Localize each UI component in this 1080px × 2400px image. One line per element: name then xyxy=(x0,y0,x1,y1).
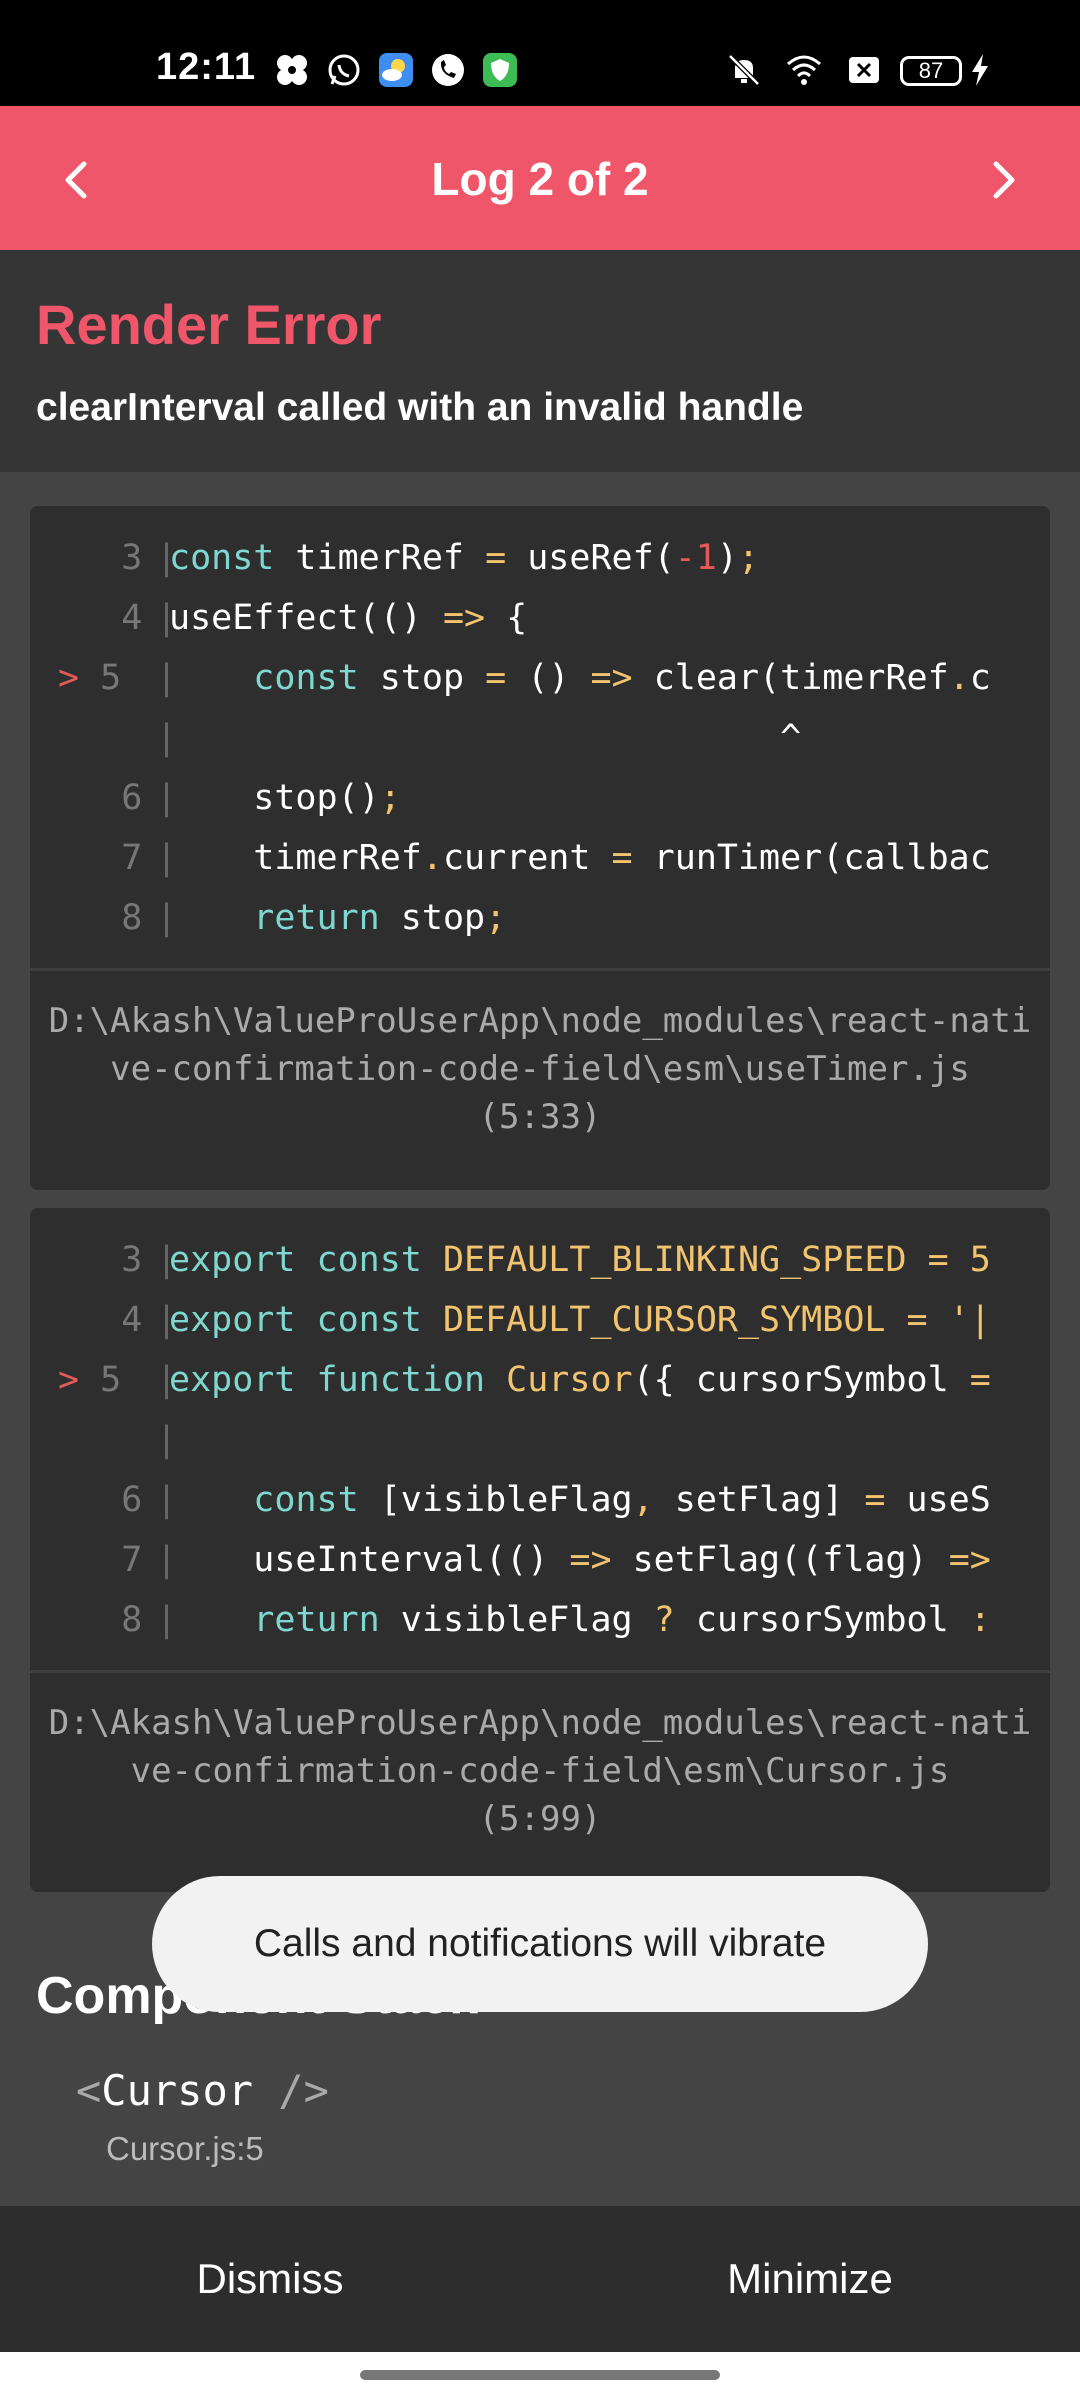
code-text: const timerRef = useRef(-1); xyxy=(169,538,760,578)
code-lines: 3 | const timerRef = useRef(-1); 4 | useEffe… xyxy=(30,506,1050,948)
file-path-text: D:\Akash\ValueProUserApp\node_modules\re… xyxy=(48,1703,1032,1791)
active-line-arrow: > xyxy=(58,1360,80,1400)
mute-icon xyxy=(728,54,760,86)
line-number: 4 xyxy=(121,1300,143,1340)
charging-icon xyxy=(972,54,988,86)
system-nav-bar xyxy=(0,2352,1080,2400)
file-location: (5:99) xyxy=(478,1799,602,1839)
code-lines: 3 | export const DEFAULT_BLINKING_SPEED = … xyxy=(30,1208,1050,1650)
pinwheel-icon xyxy=(277,55,307,85)
line-number: 3 xyxy=(121,1240,143,1280)
battery-level: 87 xyxy=(918,58,944,83)
code-text: const [visibleFlag, setFlag] = useS xyxy=(253,1480,991,1520)
line-number: 5 xyxy=(100,1360,122,1400)
code-text: export const DEFAULT_CURSOR_SYMBOL = '| xyxy=(169,1300,991,1340)
line-number: 6 xyxy=(121,1480,143,1520)
code-line: 4 | useEffect(() => { xyxy=(30,588,1050,648)
code-text: return visibleFlag ? cursorSymbol : xyxy=(253,1600,991,1640)
code-line: 6 | stop(); xyxy=(30,768,1050,828)
code-line: 3 | export const DEFAULT_BLINKING_SPEED = … xyxy=(30,1230,1050,1290)
phone-icon xyxy=(432,54,464,86)
weather-icon xyxy=(379,53,413,87)
code-line-active: > 5 | export function Cursor({ cursorSymbo… xyxy=(30,1350,1050,1410)
line-number: 6 xyxy=(121,778,143,818)
line-number: 7 xyxy=(121,1540,143,1580)
code-line: 8 | return visibleFlag ? cursorSymbol : xyxy=(30,1590,1050,1650)
line-number: 8 xyxy=(121,1600,143,1640)
file-path-text: D:\Akash\ValueProUserApp\node_modules\re… xyxy=(48,1001,1032,1089)
status-time: 12:11 xyxy=(156,46,257,88)
code-line: 7 | useInterval(() => setFlag((flag) => xyxy=(30,1530,1050,1590)
code-line: 4 | export const DEFAULT_CURSOR_SYMBOL = '… xyxy=(30,1290,1050,1350)
log-header: Log 2 of 2 xyxy=(0,106,1080,250)
error-caret: ^ xyxy=(169,718,802,758)
code-text: useEffect(() => { xyxy=(169,598,528,638)
component-name: Cursor xyxy=(101,2066,254,2115)
code-line: 8 | return stop; xyxy=(30,888,1050,948)
error-title: Render Error xyxy=(36,293,382,356)
line-number: 7 xyxy=(121,838,143,878)
no-sim-icon xyxy=(849,57,879,83)
whatsapp-icon xyxy=(328,54,360,86)
code-line: | ^ xyxy=(30,708,1050,768)
code-line-active: > 5 | const stop = () => clear(timerRef.c xyxy=(30,648,1050,708)
file-path: D:\Akash\ValueProUserApp\node_modules\re… xyxy=(30,1673,1050,1871)
code-line: 7 | timerRef.current = runTimer(callbac xyxy=(30,828,1050,888)
log-counter-title: Log 2 of 2 xyxy=(431,153,649,205)
code-frame[interactable]: 3 | const timerRef = useRef(-1); 4 | useEffe… xyxy=(30,506,1050,1190)
chevron-right-icon[interactable] xyxy=(972,150,1032,210)
wifi-icon xyxy=(787,55,821,85)
line-number: 8 xyxy=(121,898,143,938)
home-gesture-handle[interactable] xyxy=(360,2370,720,2380)
code-frame[interactable]: 3 | export const DEFAULT_BLINKING_SPEED = … xyxy=(30,1208,1050,1892)
code-text: stop(); xyxy=(169,778,401,818)
component-file: Cursor.js:5 xyxy=(106,2130,264,2167)
line-number: 4 xyxy=(121,598,143,638)
code-line: | xyxy=(156,1420,178,1460)
minimize-button[interactable]: Minimize xyxy=(540,2206,1080,2352)
battery-icon: 87 xyxy=(900,56,962,86)
active-line-arrow: > xyxy=(58,658,80,698)
dismiss-button[interactable]: Dismiss xyxy=(0,2206,540,2352)
code-text: return stop; xyxy=(253,898,507,938)
code-text: useInterval(() => setFlag((flag) => xyxy=(169,1540,991,1580)
file-location: (5:33) xyxy=(478,1097,602,1137)
code-text: timerRef.current = runTimer(callbac xyxy=(169,838,991,878)
code-text: export function Cursor({ cursorSymbol = xyxy=(169,1360,991,1400)
status-bar: 12:11 87 xyxy=(0,0,1080,106)
footer-bar: Dismiss Minimize xyxy=(0,2206,1080,2352)
error-message: clearInterval called with an invalid han… xyxy=(36,386,804,429)
component-stack-item[interactable]: <Cursor /> xyxy=(76,2066,329,2115)
file-path: D:\Akash\ValueProUserApp\node_modules\re… xyxy=(30,971,1050,1169)
shield-icon xyxy=(483,53,517,87)
line-number: 5 xyxy=(100,658,122,698)
error-summary: Render Error clearInterval called with a… xyxy=(0,250,1080,472)
vibrate-toast: Calls and notifications will vibrate xyxy=(152,1876,928,2012)
code-line: 3 | const timerRef = useRef(-1); xyxy=(30,528,1050,588)
code-text: export const DEFAULT_BLINKING_SPEED = 5 xyxy=(169,1240,991,1280)
code-line: 6 | const [visibleFlag, setFlag] = useS xyxy=(30,1470,1050,1530)
line-number: 3 xyxy=(121,538,143,578)
code-text: const stop = () => clear(timerRef.c xyxy=(253,658,991,698)
